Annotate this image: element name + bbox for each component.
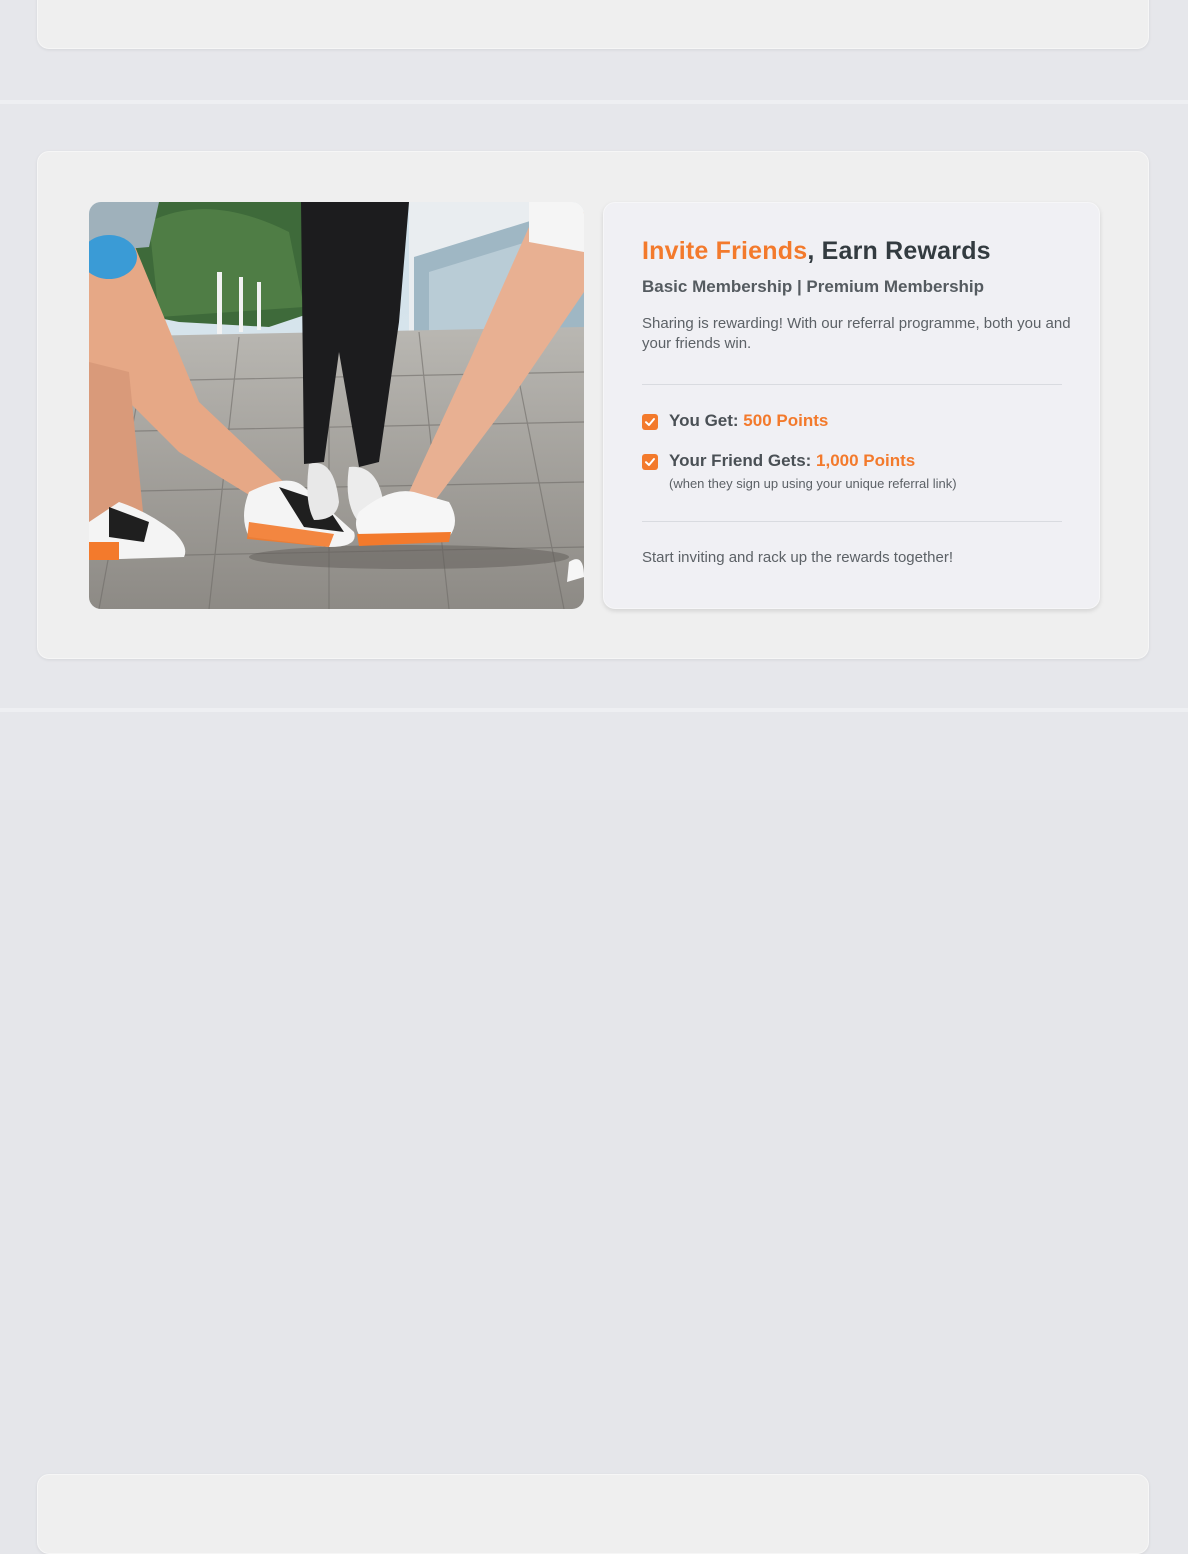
referral-title: Invite Friends, Earn Rewards	[642, 237, 991, 266]
card-top	[37, 0, 1149, 49]
referral-photo	[89, 202, 584, 609]
title-rest: , Earn Rewards	[807, 237, 991, 265]
section-bottom	[0, 712, 1188, 1554]
referral-info-card: Invite Friends, Earn Rewards Basic Membe…	[603, 202, 1100, 609]
membership-subtitle: Basic Membership | Premium Membership	[642, 277, 985, 296]
referral-footer-text: Start inviting and rack up the rewards t…	[642, 549, 954, 566]
divider	[642, 384, 1062, 385]
benefit-value: 1,000 Points	[816, 451, 916, 470]
section-top	[0, 0, 1188, 100]
title-highlight: Invite Friends	[642, 237, 808, 265]
checkbox-icon	[642, 454, 658, 470]
referral-description: Sharing is rewarding! With our referral …	[642, 315, 1071, 352]
friends-sneakers-image	[89, 202, 584, 609]
benefit-label: You Get:	[669, 411, 744, 430]
checkbox-icon	[642, 414, 658, 430]
divider	[642, 521, 1062, 522]
card-bottom	[37, 1474, 1149, 1554]
benefit-value: 500 Points	[743, 411, 829, 430]
benefit-label: Your Friend Gets:	[669, 451, 817, 470]
benefit-text: You Get: 500 Points	[669, 411, 828, 431]
benefit-text: Your Friend Gets: 1,000 Points	[669, 451, 915, 471]
benefit-note: (when they sign up using your unique ref…	[669, 476, 957, 491]
